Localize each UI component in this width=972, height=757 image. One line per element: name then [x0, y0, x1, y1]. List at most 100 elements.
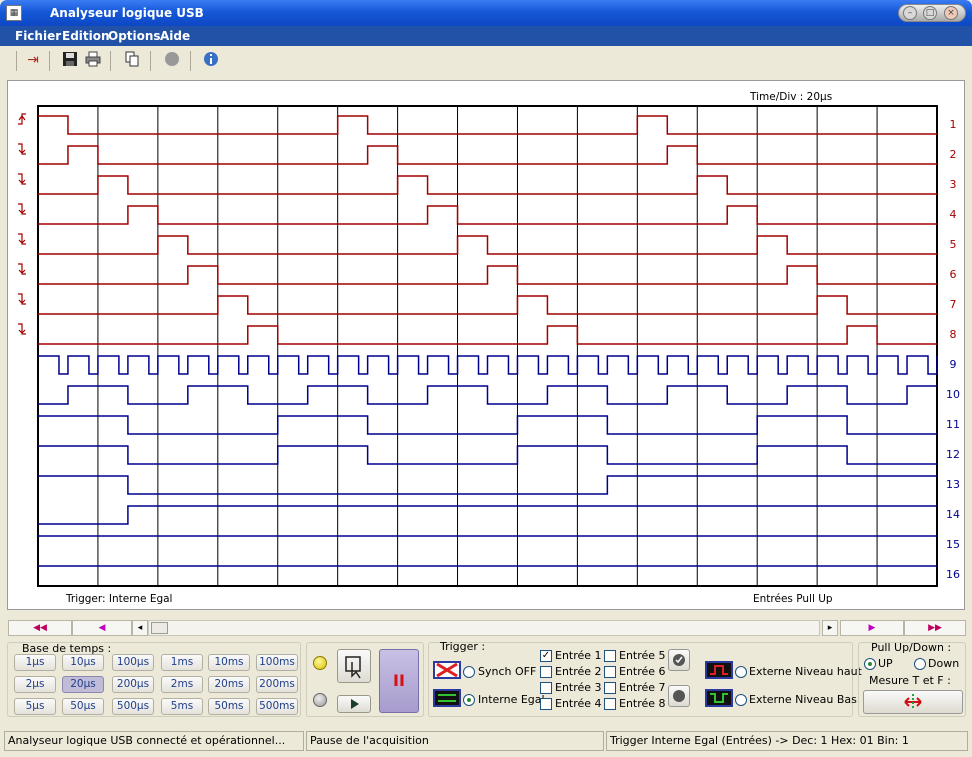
timebase-button-50µs[interactable]: 50µs — [62, 698, 104, 715]
channel-number-10: 10 — [946, 388, 960, 401]
timebase-button-20ms[interactable]: 20ms — [208, 676, 250, 693]
status-connection: Analyseur logique USB connecté et opérat… — [4, 731, 304, 751]
channel-number-16: 16 — [946, 568, 960, 581]
channel-number-15: 15 — [946, 538, 960, 551]
app-icon[interactable]: ▦ — [6, 5, 22, 21]
apply-trigger-button[interactable] — [668, 649, 690, 671]
toolbar-separator — [16, 51, 17, 71]
timebase-button-5µs[interactable]: 5µs — [14, 698, 56, 715]
interne-egal-label: Interne Egal — [478, 693, 545, 706]
nav-far-left-button[interactable]: ◀◀ — [8, 620, 72, 636]
timebase-button-2ms[interactable]: 2ms — [161, 676, 203, 693]
timebase-button-100ms[interactable]: 100ms — [256, 654, 298, 671]
synch-off-radio[interactable] — [463, 666, 475, 678]
timebase-button-5ms[interactable]: 5ms — [161, 698, 203, 715]
trigger-entry-checkbox-2[interactable] — [540, 666, 552, 678]
logic-analyzer-display[interactable]: Time/Div : 20µs Trigger: Interne Egal Entr… — [7, 80, 965, 610]
trigger-entry-checkbox-4[interactable] — [540, 698, 552, 710]
channel-number-3: 3 — [950, 178, 957, 191]
timebase-button-20µs[interactable]: 20µs — [62, 676, 104, 693]
mesure-button[interactable] — [863, 690, 963, 714]
waveform-channel-13 — [38, 475, 937, 495]
timebase-button-10µs[interactable]: 10µs — [62, 654, 104, 671]
pull-up-radio[interactable] — [864, 658, 876, 670]
scroll-right-arrow[interactable]: ▸ — [822, 620, 838, 636]
play-icon — [351, 699, 359, 709]
synch-off-label: Synch OFF — [478, 665, 537, 678]
rising-edge-icon — [18, 113, 26, 125]
nav-left-button[interactable]: ◀ — [72, 620, 132, 636]
waveform-channel-9 — [38, 355, 938, 375]
info-icon[interactable] — [202, 51, 220, 69]
single-shot-button[interactable] — [337, 649, 371, 683]
trigger-entry-label-3: Entrée 3 — [555, 681, 602, 694]
trigger-entry-label-2: Entrée 2 — [555, 665, 602, 678]
channel-number-14: 14 — [946, 508, 960, 521]
pullupdown-group: Pull Up/Down : UP Down Mesure T et F : — [858, 641, 966, 717]
timebase-button-2µs[interactable]: 2µs — [14, 676, 56, 693]
waveform-channel-4 — [38, 205, 937, 225]
trigger-entry-checkbox-7[interactable] — [604, 682, 616, 694]
copy-icon[interactable] — [123, 51, 141, 69]
timebase-button-1ms[interactable]: 1ms — [161, 654, 203, 671]
stop-icon[interactable] — [163, 51, 181, 69]
externe-haut-radio[interactable] — [735, 666, 747, 678]
timebase-button-50ms[interactable]: 50ms — [208, 698, 250, 715]
trigger-entry-checkbox-6[interactable] — [604, 666, 616, 678]
scroll-thumb[interactable] — [151, 622, 168, 634]
pause-button[interactable]: II — [379, 649, 419, 713]
timebase-button-100µs[interactable]: 100µs — [112, 654, 154, 671]
trigger-title: Trigger : — [440, 640, 486, 653]
inputs-mode-label: Entrées Pull Up — [753, 593, 833, 605]
menu-edition[interactable]: Edition — [62, 29, 110, 43]
timebase-button-10ms[interactable]: 10ms — [208, 654, 250, 671]
channel-number-4: 4 — [950, 208, 957, 221]
falling-edge-icon — [18, 263, 26, 275]
menu-bar: Fichier Edition Options Aide — [0, 26, 972, 46]
trigger-entry-label-1: Entrée 1 — [555, 649, 602, 662]
pull-up-label: UP — [878, 657, 893, 670]
clear-trigger-button[interactable] — [668, 685, 690, 707]
mesure-title: Mesure T et F : — [869, 674, 951, 687]
close-icon[interactable]: × — [944, 6, 958, 20]
exit-icon[interactable]: ⇥ — [24, 51, 42, 69]
trigger-entry-checkbox-8[interactable] — [604, 698, 616, 710]
falling-edge-icon — [18, 293, 26, 305]
externe-bas-label: Externe Niveau Bas — [749, 693, 857, 706]
minimize-icon[interactable]: – — [903, 6, 917, 20]
dot-icon — [673, 690, 685, 702]
timebase-button-200µs[interactable]: 200µs — [112, 676, 154, 693]
trigger-entry-checkbox-3[interactable] — [540, 682, 552, 694]
maximize-icon[interactable]: □ — [923, 6, 937, 20]
timebase-button-500ms[interactable]: 500ms — [256, 698, 298, 715]
time-div-label: Time/Div : 20µs — [749, 91, 832, 103]
scroll-left-arrow[interactable]: ◂ — [132, 620, 148, 636]
timebase-button-1µs[interactable]: 1µs — [14, 654, 56, 671]
run-button[interactable] — [337, 695, 371, 713]
trigger-entry-checkbox-5[interactable] — [604, 650, 616, 662]
horizontal-scrollbar[interactable] — [148, 620, 820, 636]
waveform-channel-14 — [38, 505, 937, 525]
pause-icon: II — [393, 671, 405, 690]
check-icon — [673, 654, 685, 666]
print-icon[interactable] — [84, 51, 102, 69]
nav-far-right-button[interactable]: ▶▶ — [904, 620, 966, 636]
toolbar-separator — [150, 51, 151, 71]
trigger-entry-checkbox-1[interactable]: ✓ — [540, 650, 552, 662]
pull-down-radio[interactable] — [914, 658, 926, 670]
waveform-channel-6 — [38, 265, 937, 285]
save-icon[interactable] — [61, 51, 79, 69]
waveform-channel-5 — [38, 235, 937, 255]
nav-right-button[interactable]: ▶ — [840, 620, 904, 636]
externe-bas-radio[interactable] — [735, 694, 747, 706]
channel-number-5: 5 — [950, 238, 957, 251]
trigger-entry-label-8: Entrée 8 — [619, 697, 666, 710]
timebase-button-200ms[interactable]: 200ms — [256, 676, 298, 693]
menu-aide[interactable]: Aide — [160, 29, 190, 43]
trigger-entry-label-7: Entrée 7 — [619, 681, 666, 694]
menu-fichier[interactable]: Fichier — [15, 29, 61, 43]
interne-egal-radio[interactable] — [463, 694, 475, 706]
timebase-button-500µs[interactable]: 500µs — [112, 698, 154, 715]
waveform-channel-3 — [38, 175, 937, 195]
menu-options[interactable]: Options — [108, 29, 161, 43]
